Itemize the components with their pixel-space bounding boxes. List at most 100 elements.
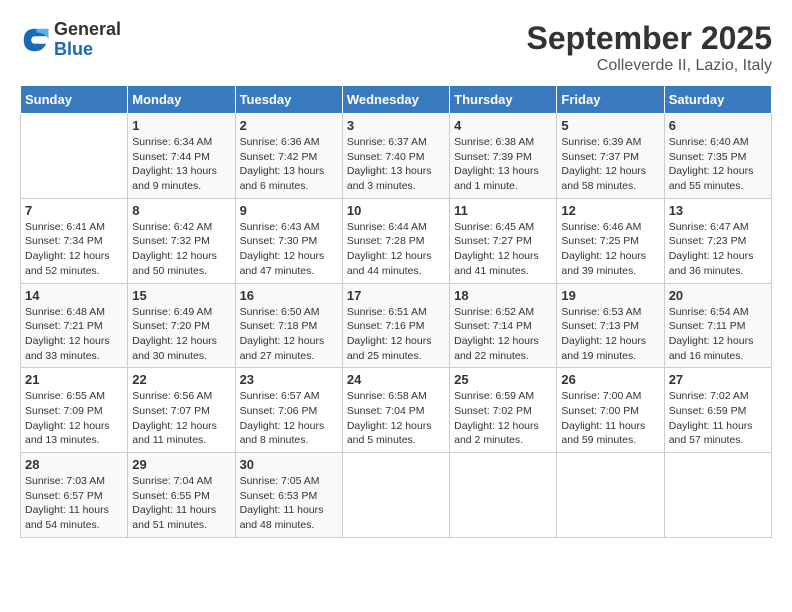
day-number: 5 <box>561 118 659 133</box>
calendar-cell: 14 Sunrise: 6:48 AM Sunset: 7:21 PM Dayli… <box>21 283 128 368</box>
day-number: 13 <box>669 203 767 218</box>
calendar-cell: 24 Sunrise: 6:58 AM Sunset: 7:04 PM Dayli… <box>342 368 449 453</box>
calendar-cell: 1 Sunrise: 6:34 AM Sunset: 7:44 PM Daylig… <box>128 114 235 199</box>
calendar-cell: 11 Sunrise: 6:45 AM Sunset: 7:27 PM Dayli… <box>450 198 557 283</box>
day-info: Sunrise: 6:39 AM Sunset: 7:37 PM Dayligh… <box>561 135 659 194</box>
logo-general: General <box>54 20 121 40</box>
week-row-1: 1 Sunrise: 6:34 AM Sunset: 7:44 PM Daylig… <box>21 114 772 199</box>
day-number: 27 <box>669 372 767 387</box>
day-info: Sunrise: 6:47 AM Sunset: 7:23 PM Dayligh… <box>669 220 767 279</box>
calendar-cell: 28 Sunrise: 7:03 AM Sunset: 6:57 PM Dayli… <box>21 453 128 538</box>
week-row-4: 21Sunrise: 6:55 AM Sunset: 7:09 PM Dayli… <box>21 368 772 453</box>
day-info: Sunrise: 6:48 AM Sunset: 7:21 PM Dayligh… <box>25 305 123 364</box>
day-number: 10 <box>347 203 445 218</box>
week-row-5: 28 Sunrise: 7:03 AM Sunset: 6:57 PM Dayli… <box>21 453 772 538</box>
day-info: Sunrise: 6:57 AM Sunset: 7:06 PM Dayligh… <box>240 389 338 448</box>
day-info: Sunrise: 6:45 AM Sunset: 7:27 PM Dayligh… <box>454 220 552 279</box>
calendar-cell: 27 Sunrise: 7:02 AM Sunset: 6:59 PM Dayli… <box>664 368 771 453</box>
calendar-cell <box>342 453 449 538</box>
calendar-cell: 19 Sunrise: 6:53 AM Sunset: 7:13 PM Dayli… <box>557 283 664 368</box>
day-number: 11 <box>454 203 552 218</box>
day-number: 22 <box>132 372 230 387</box>
day-info: Sunrise: 6:44 AM Sunset: 7:28 PM Dayligh… <box>347 220 445 279</box>
day-info: Sunrise: 6:43 AM Sunset: 7:30 PM Dayligh… <box>240 220 338 279</box>
day-info: Sunrise: 6:53 AM Sunset: 7:13 PM Dayligh… <box>561 305 659 364</box>
calendar-cell: 23 Sunrise: 6:57 AM Sunset: 7:06 PM Dayli… <box>235 368 342 453</box>
calendar-cell: 21Sunrise: 6:55 AM Sunset: 7:09 PM Dayli… <box>21 368 128 453</box>
day-number: 29 <box>132 457 230 472</box>
day-number: 3 <box>347 118 445 133</box>
day-info: Sunrise: 6:50 AM Sunset: 7:18 PM Dayligh… <box>240 305 338 364</box>
day-info: Sunrise: 6:59 AM Sunset: 7:02 PM Dayligh… <box>454 389 552 448</box>
calendar-cell: 22 Sunrise: 6:56 AM Sunset: 7:07 PM Dayli… <box>128 368 235 453</box>
day-info: Sunrise: 6:38 AM Sunset: 7:39 PM Dayligh… <box>454 135 552 194</box>
day-number: 1 <box>132 118 230 133</box>
day-info: Sunrise: 7:05 AM Sunset: 6:53 PM Dayligh… <box>240 474 338 533</box>
calendar-cell: 15 Sunrise: 6:49 AM Sunset: 7:20 PM Dayli… <box>128 283 235 368</box>
day-number: 25 <box>454 372 552 387</box>
day-number: 7 <box>25 203 123 218</box>
day-number: 28 <box>25 457 123 472</box>
day-info: Sunrise: 7:02 AM Sunset: 6:59 PM Dayligh… <box>669 389 767 448</box>
weekday-header-friday: Friday <box>557 86 664 114</box>
day-number: 9 <box>240 203 338 218</box>
calendar-cell: 12 Sunrise: 6:46 AM Sunset: 7:25 PM Dayli… <box>557 198 664 283</box>
calendar-cell: 25 Sunrise: 6:59 AM Sunset: 7:02 PM Dayli… <box>450 368 557 453</box>
logo: General Blue <box>20 20 121 60</box>
calendar-cell: 7Sunrise: 6:41 AM Sunset: 7:34 PM Daylig… <box>21 198 128 283</box>
day-info: Sunrise: 6:34 AM Sunset: 7:44 PM Dayligh… <box>132 135 230 194</box>
weekday-header-saturday: Saturday <box>664 86 771 114</box>
day-number: 20 <box>669 288 767 303</box>
day-info: Sunrise: 6:37 AM Sunset: 7:40 PM Dayligh… <box>347 135 445 194</box>
day-info: Sunrise: 6:56 AM Sunset: 7:07 PM Dayligh… <box>132 389 230 448</box>
calendar-cell: 30Sunrise: 7:05 AM Sunset: 6:53 PM Dayli… <box>235 453 342 538</box>
calendar-cell: 9 Sunrise: 6:43 AM Sunset: 7:30 PM Daylig… <box>235 198 342 283</box>
page-header: General Blue September 2025 Colleverde I… <box>20 20 772 75</box>
day-info: Sunrise: 6:46 AM Sunset: 7:25 PM Dayligh… <box>561 220 659 279</box>
day-info: Sunrise: 6:36 AM Sunset: 7:42 PM Dayligh… <box>240 135 338 194</box>
calendar-cell <box>557 453 664 538</box>
logo-text: General Blue <box>54 20 121 60</box>
day-info: Sunrise: 6:42 AM Sunset: 7:32 PM Dayligh… <box>132 220 230 279</box>
calendar-cell: 18Sunrise: 6:52 AM Sunset: 7:14 PM Dayli… <box>450 283 557 368</box>
location-subtitle: Colleverde II, Lazio, Italy <box>527 57 772 75</box>
day-number: 23 <box>240 372 338 387</box>
calendar-cell: 20Sunrise: 6:54 AM Sunset: 7:11 PM Dayli… <box>664 283 771 368</box>
day-number: 24 <box>347 372 445 387</box>
calendar-cell <box>664 453 771 538</box>
day-number: 4 <box>454 118 552 133</box>
calendar-cell: 26 Sunrise: 7:00 AM Sunset: 7:00 PM Dayli… <box>557 368 664 453</box>
logo-blue: Blue <box>54 40 121 60</box>
day-info: Sunrise: 6:58 AM Sunset: 7:04 PM Dayligh… <box>347 389 445 448</box>
day-number: 6 <box>669 118 767 133</box>
day-number: 17 <box>347 288 445 303</box>
day-number: 26 <box>561 372 659 387</box>
day-number: 14 <box>25 288 123 303</box>
day-info: Sunrise: 7:03 AM Sunset: 6:57 PM Dayligh… <box>25 474 123 533</box>
day-number: 12 <box>561 203 659 218</box>
weekday-header-thursday: Thursday <box>450 86 557 114</box>
weekday-header-monday: Monday <box>128 86 235 114</box>
day-number: 21 <box>25 372 123 387</box>
day-info: Sunrise: 7:00 AM Sunset: 7:00 PM Dayligh… <box>561 389 659 448</box>
day-number: 2 <box>240 118 338 133</box>
calendar-cell: 4 Sunrise: 6:38 AM Sunset: 7:39 PM Daylig… <box>450 114 557 199</box>
day-info: Sunrise: 7:04 AM Sunset: 6:55 PM Dayligh… <box>132 474 230 533</box>
logo-icon <box>20 25 50 55</box>
day-info: Sunrise: 6:40 AM Sunset: 7:35 PM Dayligh… <box>669 135 767 194</box>
day-number: 19 <box>561 288 659 303</box>
weekday-header-tuesday: Tuesday <box>235 86 342 114</box>
title-block: September 2025 Colleverde II, Lazio, Ita… <box>527 20 772 75</box>
calendar-cell <box>450 453 557 538</box>
weekday-header-row: SundayMondayTuesdayWednesdayThursdayFrid… <box>21 86 772 114</box>
day-number: 16 <box>240 288 338 303</box>
week-row-2: 7Sunrise: 6:41 AM Sunset: 7:34 PM Daylig… <box>21 198 772 283</box>
calendar-cell <box>21 114 128 199</box>
month-year-title: September 2025 <box>527 20 772 57</box>
day-info: Sunrise: 6:49 AM Sunset: 7:20 PM Dayligh… <box>132 305 230 364</box>
calendar-cell: 16 Sunrise: 6:50 AM Sunset: 7:18 PM Dayli… <box>235 283 342 368</box>
day-number: 15 <box>132 288 230 303</box>
calendar-table: SundayMondayTuesdayWednesdayThursdayFrid… <box>20 85 772 538</box>
day-info: Sunrise: 6:51 AM Sunset: 7:16 PM Dayligh… <box>347 305 445 364</box>
calendar-cell: 6 Sunrise: 6:40 AM Sunset: 7:35 PM Daylig… <box>664 114 771 199</box>
